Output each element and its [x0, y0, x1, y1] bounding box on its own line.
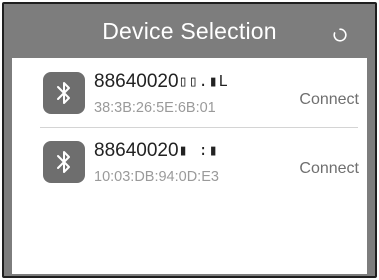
device-mac-address: 10:03:DB:94:0D:E3	[94, 169, 219, 185]
bluetooth-icon	[43, 72, 85, 114]
device-name-masked: ▯▯.▮L	[178, 72, 229, 90]
device-name-number: 88640020	[94, 140, 179, 161]
device-list: 88640020▯▯.▮L 38:3B:26:5E:6B:01 Connect …	[12, 58, 367, 274]
dialog-title: Device Selection	[102, 18, 277, 44]
connect-button[interactable]: Connect	[299, 91, 359, 109]
divider	[40, 127, 358, 128]
device-item[interactable]: 88640020▯▯.▮L 38:3B:26:5E:6B:01 Connect	[12, 71, 367, 134]
device-item[interactable]: 88640020▮ :▮ 10:03:DB:94:0D:E3 Connect	[12, 140, 367, 203]
device-selection-dialog: Device Selection 88640020▯▯.▮L 38:3B:26:…	[2, 2, 377, 278]
device-name-masked: ▮ :▮	[178, 141, 219, 159]
connect-button[interactable]: Connect	[299, 160, 359, 178]
refresh-icon[interactable]	[331, 26, 349, 44]
device-name: 88640020▮ :▮	[94, 140, 219, 162]
bluetooth-icon	[43, 141, 85, 183]
device-name-number: 88640020	[94, 71, 179, 92]
device-mac-address: 38:3B:26:5E:6B:01	[94, 100, 216, 116]
device-name: 88640020▯▯.▮L	[94, 71, 229, 93]
dialog-header: Device Selection	[4, 4, 375, 62]
